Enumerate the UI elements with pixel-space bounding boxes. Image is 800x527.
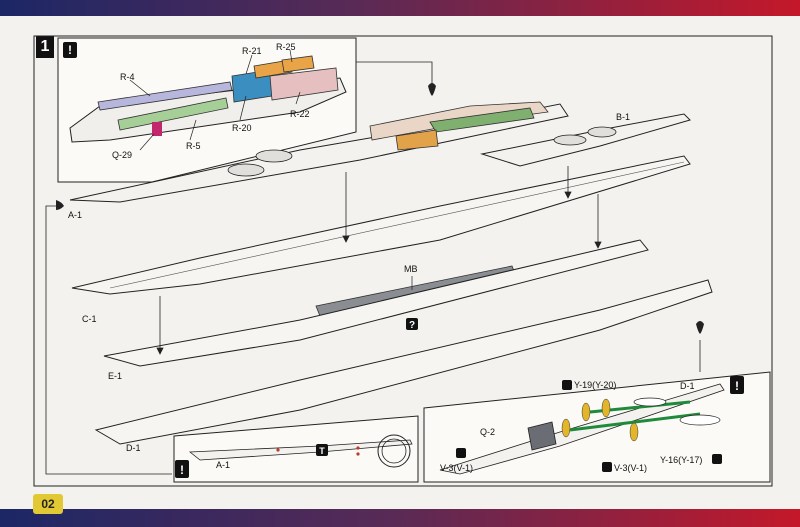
label-r21: R-21 [242,46,262,56]
question-symbol: ? [409,320,415,331]
attention-symbol: ! [68,43,72,57]
label-r20: R-20 [232,123,252,133]
paint-icon [602,462,612,472]
label-a1: A-1 [68,210,82,220]
paint-icon [712,454,722,464]
label-d1-detail: D-1 [680,381,695,391]
label-q29: Q-29 [112,150,132,160]
label-y19: Y-19(Y-20) [574,380,616,390]
label-mb: MB [404,264,418,274]
label-c1: C-1 [82,314,97,324]
label-r25: R-25 [276,42,296,52]
paint-icon [562,380,572,390]
glue-icon [56,200,64,210]
label-d1: D-1 [126,443,141,453]
trim-symbol: T [319,446,325,456]
assembly-diagram: ! R-4 R-21 R-25 R-20 R-22 R-5 Q-29 A-1 B… [33,35,773,487]
attention-symbol: ! [735,379,739,393]
label-y16: Y-16(Y-17) [660,455,702,465]
label-r4: R-4 [120,72,135,82]
glue-icon [696,321,704,334]
label-v3-left: V-3(V-1) [440,463,473,473]
label-b1: B-1 [616,112,630,122]
hull-e1 [103,239,649,367]
label-q2: Q-2 [480,427,495,437]
label-r5: R-5 [186,141,201,151]
glue-icon [428,83,436,96]
q29-part [152,122,162,136]
label-a1-detail: A-1 [216,460,230,470]
label-e1: E-1 [108,371,122,381]
paint-icon [456,448,466,458]
label-r22: R-22 [290,109,310,119]
label-v3-right: V-3(V-1) [614,463,647,473]
attention-symbol: ! [180,463,184,477]
